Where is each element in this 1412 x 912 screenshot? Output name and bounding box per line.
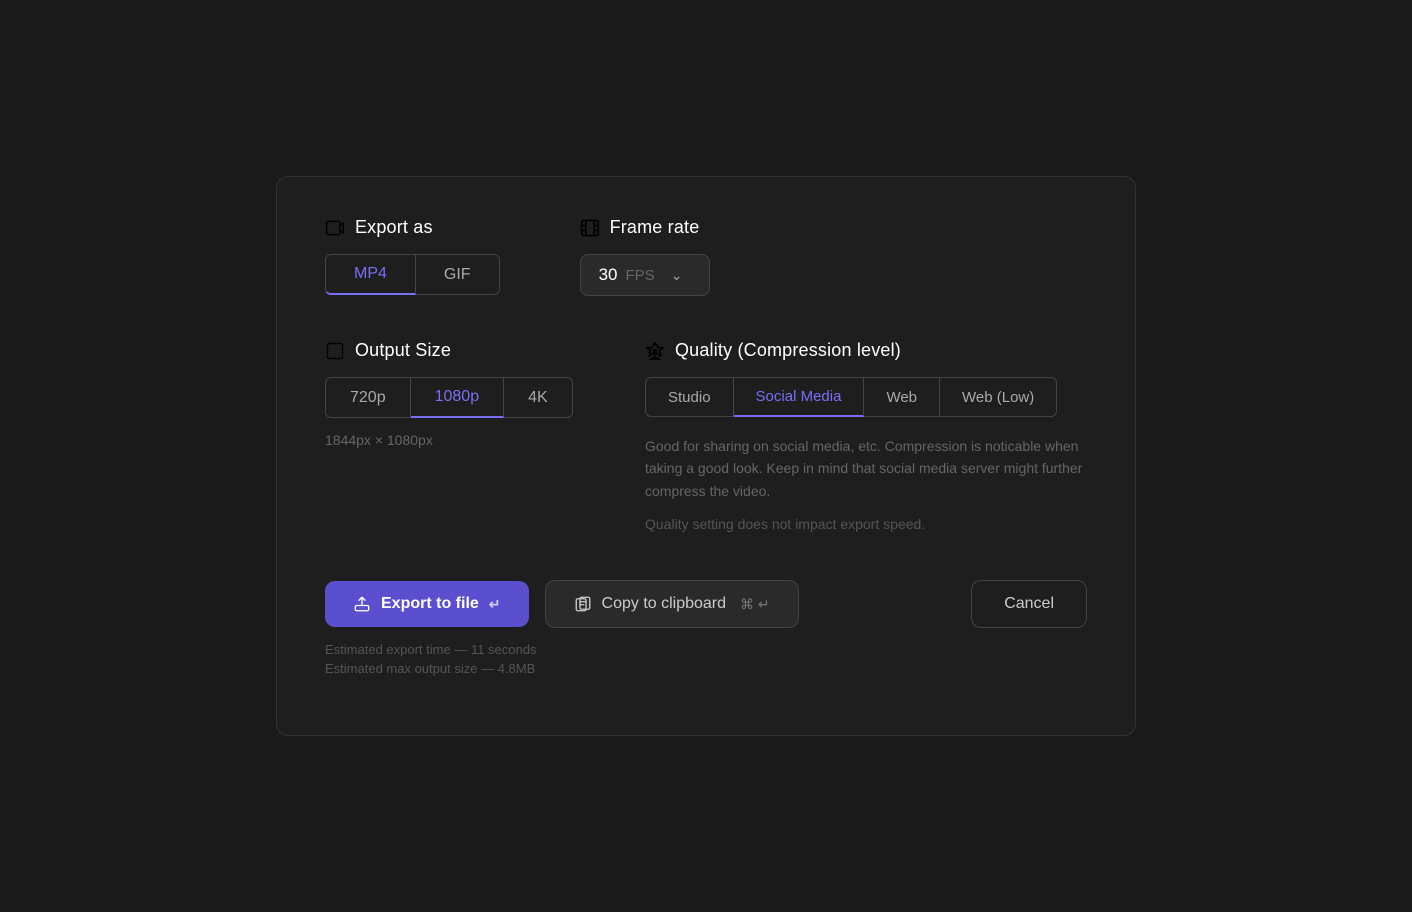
middle-row: Output Size 720p 1080p 4K 1844px × 1080p… [325,340,1087,532]
export-dialog: Export as MP4 GIF Frame rate 30 FPS ⌄ [276,176,1136,736]
clipboard-shortcut: ⌘ ↵ [740,596,770,613]
upload-icon [353,595,371,613]
format-tab-mp4[interactable]: MP4 [325,254,416,295]
quality-tab-web-low[interactable]: Web (Low) [940,377,1057,417]
frame-rate-section: Frame rate 30 FPS ⌄ [580,217,710,296]
export-shortcut: ↵ [489,596,501,613]
output-size-icon [325,341,345,361]
quality-section: Quality (Compression level) Studio Socia… [645,340,1087,532]
chevron-down-icon: ⌄ [671,267,683,284]
quality-description: Good for sharing on social media, etc. C… [645,435,1087,502]
estimate-time: Estimated export time — 11 seconds [325,642,1087,657]
quality-icon [645,341,665,361]
estimate-size: Estimated max output size — 4.8MB [325,661,1087,676]
export-to-file-button[interactable]: Export to file ↵ [325,581,529,627]
format-tab-gif[interactable]: GIF [416,254,500,295]
export-to-file-label: Export to file [381,595,479,613]
bottom-info: Estimated export time — 11 seconds Estim… [325,642,1087,676]
quality-tabs: Studio Social Media Web Web (Low) [645,377,1087,417]
output-size-label: Output Size [355,340,451,361]
size-tab-720p[interactable]: 720p [325,377,411,418]
quality-tab-studio[interactable]: Studio [645,377,734,417]
fps-dropdown[interactable]: 30 FPS ⌄ [580,254,710,296]
quality-label: Quality (Compression level) [675,340,901,361]
export-as-section: Export as MP4 GIF [325,217,500,296]
quality-tab-social-media[interactable]: Social Media [734,377,865,417]
clipboard-icon [574,595,592,613]
fps-value: 30 [599,265,618,285]
quality-note: Quality setting does not impact export s… [645,516,1087,532]
bottom-row: Export to file ↵ Copy to clipboard ⌘ ↵ C… [325,580,1087,628]
export-as-label: Export as [355,217,433,238]
cancel-button[interactable]: Cancel [971,580,1087,628]
quality-header: Quality (Compression level) [645,340,1087,361]
output-size-header: Output Size [325,340,585,361]
copy-to-clipboard-label: Copy to clipboard [602,595,727,613]
dimensions-info: 1844px × 1080px [325,432,585,448]
frame-rate-label: Frame rate [610,217,700,238]
size-tab-4k[interactable]: 4K [504,377,573,418]
top-row: Export as MP4 GIF Frame rate 30 FPS ⌄ [325,217,1087,296]
film-icon [580,218,600,238]
video-icon [325,218,345,238]
export-as-header: Export as [325,217,500,238]
copy-to-clipboard-button[interactable]: Copy to clipboard ⌘ ↵ [545,580,799,628]
fps-unit: FPS [626,267,655,284]
size-tab-1080p[interactable]: 1080p [411,377,505,418]
size-tabs: 720p 1080p 4K [325,377,585,418]
output-size-section: Output Size 720p 1080p 4K 1844px × 1080p… [325,340,585,532]
frame-rate-header: Frame rate [580,217,710,238]
quality-tab-web[interactable]: Web [864,377,940,417]
format-tabs: MP4 GIF [325,254,500,295]
